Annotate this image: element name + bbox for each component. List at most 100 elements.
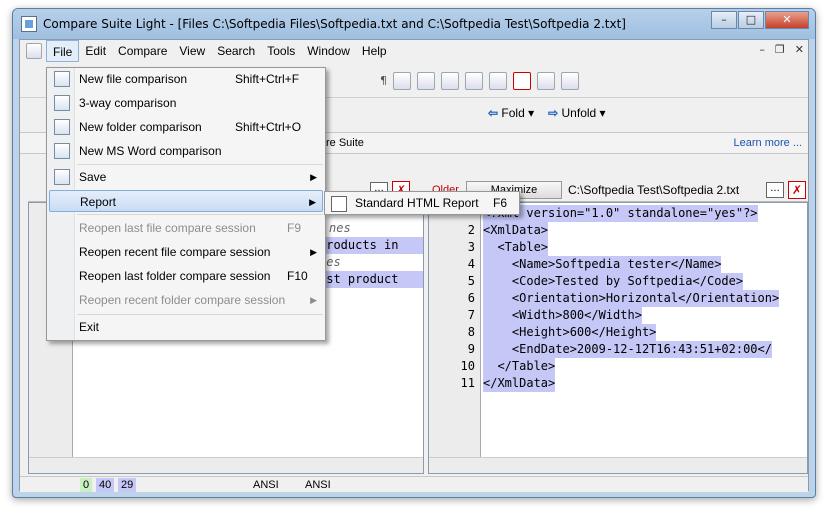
file-menu-item-label: Reopen last folder compare session <box>79 269 271 283</box>
code-line: <Orientation>Horizontal</Orientation> <box>483 290 780 307</box>
file-menu-item[interactable]: New MS Word comparison <box>49 140 323 162</box>
fold-label: Fold <box>501 106 525 120</box>
line-number: 10 <box>460 359 475 373</box>
next-diff-icon[interactable] <box>537 71 555 90</box>
menu-view[interactable]: View <box>173 40 211 62</box>
sync-left-icon[interactable] <box>417 71 435 90</box>
fold-controls: ⇦ Fold ▾ ⇨ Unfold ▾ <box>488 106 606 120</box>
left-line: products in <box>319 237 423 254</box>
copy-left-icon[interactable] <box>465 71 483 90</box>
menu-compare[interactable]: Compare <box>112 40 173 62</box>
code-line: </Table> <box>483 358 556 375</box>
code-line: <Code>Tested by Softpedia</Code> <box>483 273 744 290</box>
right-options-icon[interactable]: ✗ <box>788 181 806 199</box>
menu-separator <box>77 214 323 215</box>
file-menu-item[interactable]: New file comparison Shift+Ctrl+F <box>49 68 323 90</box>
line-number: 2 <box>467 223 475 237</box>
close-button[interactable]: ✕ <box>765 11 809 29</box>
file-menu-item-label: Reopen recent file compare session <box>79 245 271 259</box>
html-report-shortcut: F6 <box>493 196 508 210</box>
mdi-minimize-icon[interactable]: – <box>759 43 765 56</box>
minimize-button[interactable]: – <box>711 11 737 29</box>
left-encoding: ANSI <box>253 479 279 491</box>
tree-icon[interactable] <box>561 71 579 90</box>
html-report-icon <box>331 196 347 212</box>
line-number: 3 <box>467 240 475 254</box>
menu-tools[interactable]: Tools <box>261 40 301 62</box>
file-menu-item[interactable]: Reopen last folder compare session F10 <box>49 265 323 287</box>
code-line: <Height>600</Height> <box>483 324 657 341</box>
report-submenu: Standard HTML Report F6 <box>324 191 520 215</box>
learn-more-link[interactable]: Learn more ... <box>734 137 802 149</box>
code-line: <Table> <box>483 239 549 256</box>
file-menu-dropdown: New file comparison Shift+Ctrl+F 3-way com… <box>46 67 326 341</box>
right-encoding: ANSI <box>305 479 331 491</box>
submenu-arrow-icon: ▶ <box>309 197 316 207</box>
menu-window[interactable]: Window <box>301 40 356 62</box>
left-line: est product <box>319 271 423 288</box>
html-report-label[interactable]: Standard HTML Report <box>355 196 479 210</box>
file-menu-item[interactable]: Save ▶ <box>49 166 323 188</box>
file-menu-item[interactable]: Reopen recent folder compare session ▶ <box>49 289 323 311</box>
save-icon <box>54 169 70 185</box>
file-menu-item[interactable]: Report ▶ <box>49 190 323 212</box>
code-line: <XmlData> <box>483 222 549 239</box>
line-number: 11 <box>460 376 475 390</box>
title-bar[interactable]: Compare Suite Light - [Files C:\Softpedi… <box>13 9 815 39</box>
line-number: 6 <box>467 291 475 305</box>
suite-tab-text: re Suite <box>326 137 364 149</box>
word-wrap-icon[interactable] <box>513 71 531 90</box>
right-text-pane[interactable]: <?xml version="1.0" standalone="yes"?> 2 <… <box>428 202 808 474</box>
file-menu-item-label: Report <box>80 195 117 209</box>
mdi-buttons: – ❐ ✕ <box>759 43 804 56</box>
pilcrow-icon[interactable]: ¶ <box>380 74 387 87</box>
compare-icon[interactable] <box>393 71 411 90</box>
right-hscrollbar[interactable] <box>429 457 807 473</box>
submenu-arrow-icon: ▶ <box>310 247 317 257</box>
code-line: <Name>Softpedia tester</Name> <box>483 256 722 273</box>
menu-file[interactable]: File <box>46 40 80 62</box>
left-line: nes <box>329 221 351 235</box>
fold-icon: ⇦ <box>488 106 499 120</box>
code-line: <?xml version="1.0" standalone="yes"?> <box>483 205 758 222</box>
unfold-button[interactable]: ⇨ Unfold ▾ <box>548 106 605 120</box>
left-hscrollbar[interactable] <box>29 457 423 473</box>
maximize-button[interactable]: □ <box>738 11 764 29</box>
doc-icon <box>26 43 42 59</box>
file-menu-item[interactable]: Exit <box>49 316 323 338</box>
line-number: 7 <box>467 308 475 322</box>
status-diff-count: 29 <box>118 478 137 492</box>
unfold-label: Unfold <box>561 106 597 120</box>
file-menu-item[interactable]: 3-way comparison <box>49 92 323 114</box>
submenu-arrow-icon: ▶ <box>310 295 317 305</box>
menu-help[interactable]: Help <box>356 40 393 62</box>
status-changed-count: 40 <box>96 478 115 492</box>
app-icon <box>21 16 37 32</box>
file-menu-item-shortcut: Shift+Ctrl+F <box>235 72 300 86</box>
mdi-close-icon[interactable]: ✕ <box>795 43 804 56</box>
menu-search[interactable]: Search <box>211 40 261 62</box>
file-menu-item[interactable]: New folder comparison Shift+Ctrl+O <box>49 116 323 138</box>
file-menu-item-label: New folder comparison <box>79 120 202 134</box>
right-browse-button[interactable]: ... <box>766 182 784 198</box>
mdi-restore-icon[interactable]: ❐ <box>775 43 785 56</box>
copy-right-icon[interactable] <box>489 71 507 90</box>
status-bar: 0 40 29 ANSI ANSI <box>20 476 808 492</box>
file-menu-item[interactable]: Reopen last file compare session F9 <box>49 217 323 239</box>
unfold-icon: ⇨ <box>548 106 559 120</box>
file-menu-item-label: Save <box>79 170 107 184</box>
sync-right-icon[interactable] <box>441 71 459 90</box>
fold-button[interactable]: ⇦ Fold ▾ <box>488 106 534 120</box>
file-menu-item[interactable]: Reopen recent file compare session ▶ <box>49 241 323 263</box>
line-number: 4 <box>467 257 475 271</box>
right-file-path: C:\Softpedia Test\Softpedia 2.txt <box>568 183 740 197</box>
caption-buttons: – □ ✕ <box>710 11 809 29</box>
menu-separator <box>77 314 323 315</box>
file-menu-item-label: New file comparison <box>79 72 188 86</box>
file-menu-item-shortcut: Shift+Ctrl+O <box>235 120 302 134</box>
menu-edit[interactable]: Edit <box>79 40 112 62</box>
line-number: 8 <box>467 325 475 339</box>
window-title: Compare Suite Light - [Files C:\Softpedi… <box>43 17 626 31</box>
file-menu-item-label: Exit <box>79 320 100 334</box>
file-menu-item-shortcut: F10 <box>287 269 308 283</box>
